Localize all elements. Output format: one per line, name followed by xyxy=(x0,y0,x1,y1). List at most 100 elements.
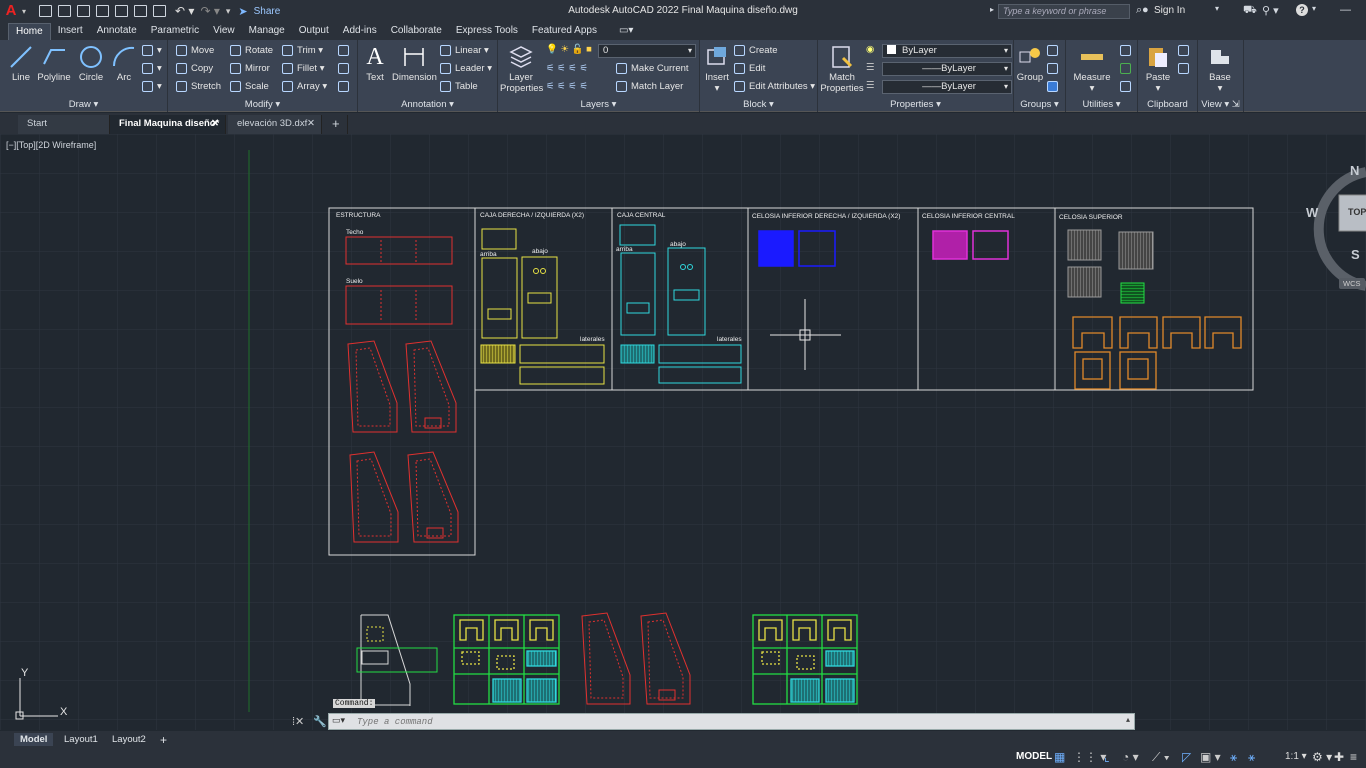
fillet-button[interactable]: Fillet ▾ xyxy=(282,63,324,74)
add-layout-icon[interactable]: + xyxy=(154,733,173,748)
isodraft-icon[interactable]: ⟋ ▾ xyxy=(1152,750,1170,765)
circle-button[interactable]: Circle xyxy=(75,44,107,83)
tab-manage[interactable]: Manage xyxy=(242,23,292,40)
sign-in-button[interactable]: Sign In xyxy=(1154,5,1185,16)
tab-collaborate[interactable]: Collaborate xyxy=(384,23,449,40)
ungroup-icon[interactable] xyxy=(1047,45,1062,56)
object-snap-icon[interactable]: ▣ ▾ xyxy=(1200,750,1221,764)
customize-qat-icon[interactable]: ▾ xyxy=(226,6,231,17)
polar-icon[interactable]: ◔ ▾ xyxy=(1122,750,1139,764)
layers-panel-title[interactable]: Layers ▾ xyxy=(498,99,699,110)
layer-properties-button[interactable]: Layer Properties xyxy=(500,44,543,94)
web-mobile-save-icon[interactable] xyxy=(134,5,148,17)
paste-button[interactable]: Paste ▾ xyxy=(1142,44,1174,94)
signin-chevron-icon[interactable]: ▾ xyxy=(1215,4,1219,13)
layout-tab-layout2[interactable]: Layout2 xyxy=(106,733,152,746)
properties-panel-title[interactable]: Properties ▾ xyxy=(818,99,1013,110)
edit-block-button[interactable]: Edit xyxy=(734,63,765,74)
plot-icon[interactable] xyxy=(153,5,167,17)
open-icon[interactable] xyxy=(58,5,72,17)
help-icon[interactable]: ? xyxy=(1296,4,1308,16)
trim-button[interactable]: Trim ▾ xyxy=(282,45,323,56)
id-point-icon[interactable] xyxy=(1120,81,1135,92)
text-button[interactable]: A Text xyxy=(362,44,388,83)
undo-icon[interactable]: ↶ ▾ xyxy=(175,4,194,18)
share-icon[interactable]: ➤ xyxy=(238,5,247,18)
lineweight-dropdown[interactable]: ——ByLayer xyxy=(882,80,1012,94)
match-layer-button[interactable]: Match Layer xyxy=(616,81,683,92)
layer-state-icons[interactable]: 💡 ☀ 🔓 ■ xyxy=(546,44,592,55)
layout-tab-model[interactable]: Model xyxy=(14,733,54,746)
annotation-scale[interactable]: 1:1 ▾ xyxy=(1285,751,1307,762)
ribbon-toggle-icon[interactable]: ▭▾ xyxy=(612,23,640,40)
layer-dropdown[interactable]: 0 xyxy=(598,44,696,58)
object-snap-tracking-icon[interactable]: ◸ xyxy=(1182,750,1191,764)
hatch-tool[interactable]: ▾ xyxy=(142,63,162,74)
search-expand-icon[interactable]: ▸ xyxy=(990,5,994,14)
make-current-button[interactable]: Make Current xyxy=(616,63,689,74)
viewcube-west[interactable]: W xyxy=(1306,205,1318,220)
model-space-button[interactable]: MODEL xyxy=(1016,751,1052,762)
web-mobile-open-icon[interactable] xyxy=(115,5,129,17)
edit-attributes-button[interactable]: Edit Attributes ▾ xyxy=(734,81,815,92)
base-button[interactable]: Base ▾ xyxy=(1204,44,1236,94)
dimension-button[interactable]: Dimension xyxy=(392,44,437,83)
mirror-button[interactable]: Mirror xyxy=(230,63,270,74)
linetype-dropdown[interactable]: ——ByLayer xyxy=(882,62,1012,76)
copy-clip-icon[interactable] xyxy=(1178,63,1193,74)
redo-icon[interactable]: ↷ ▾ xyxy=(200,4,219,18)
draw-panel-title[interactable]: Draw ▾ xyxy=(0,99,167,110)
tab-output[interactable]: Output xyxy=(292,23,336,40)
drawing-canvas[interactable]: ESTRUCTURA Techo Suelo CAJA DERECHA / IZ… xyxy=(0,134,1366,730)
linetype-icon[interactable]: ☰ xyxy=(866,62,875,73)
array-button[interactable]: Array ▾ xyxy=(282,81,327,92)
layout-tab-layout1[interactable]: Layout1 xyxy=(58,733,104,746)
offset-icon[interactable] xyxy=(338,81,353,92)
scale-button[interactable]: Scale xyxy=(230,81,269,92)
close-tab-icon[interactable]: ✕ xyxy=(307,115,315,133)
color-dropdown[interactable]: ByLayer xyxy=(882,44,1012,58)
share-button[interactable]: Share xyxy=(254,6,281,17)
erase-icon[interactable] xyxy=(338,45,353,56)
tab-annotate[interactable]: Annotate xyxy=(90,23,144,40)
tab-parametric[interactable]: Parametric xyxy=(144,23,206,40)
help-chevron-icon[interactable]: ▾ xyxy=(1312,4,1316,13)
viewcube-north[interactable]: N xyxy=(1350,163,1359,178)
group-selection-icon[interactable] xyxy=(1047,81,1062,92)
viewcube-south[interactable]: S xyxy=(1351,247,1360,262)
ortho-icon[interactable]: ⌞ xyxy=(1104,750,1110,764)
search-input[interactable]: Type a keyword or phrase xyxy=(998,4,1130,19)
explode-icon[interactable] xyxy=(338,63,353,74)
save-as-icon[interactable] xyxy=(96,5,110,17)
gradient-tool[interactable]: ▾ xyxy=(142,81,162,92)
line-button[interactable]: Line xyxy=(4,44,38,83)
copy-button[interactable]: Copy xyxy=(176,63,213,74)
quick-select-icon[interactable] xyxy=(1120,45,1135,56)
polyline-button[interactable]: Polyline xyxy=(36,44,72,83)
measure-button[interactable]: Measure ▾ xyxy=(1072,44,1112,94)
lineweight-icon[interactable]: ☰ xyxy=(866,80,875,91)
arc-button[interactable]: Arc xyxy=(109,44,139,83)
snap-icon[interactable]: ⋮⋮ ▾ xyxy=(1073,750,1106,764)
command-close-icon[interactable]: ⁞✕ xyxy=(292,715,304,728)
view-panel-title[interactable]: View ▾ ⇲ xyxy=(1198,99,1243,110)
new-icon[interactable] xyxy=(39,5,53,17)
tab-insert[interactable]: Insert xyxy=(51,23,90,40)
command-history-icon[interactable]: ▭▾ xyxy=(332,715,345,726)
app-menu-chevron-icon[interactable]: ▾ xyxy=(22,7,26,16)
move-button[interactable]: Move xyxy=(176,45,214,56)
viewcube-top-label[interactable]: TOP xyxy=(1348,207,1366,217)
viewport-controls[interactable]: [−][Top][2D Wireframe] xyxy=(6,140,96,150)
annotation-panel-title[interactable]: Annotation ▾ xyxy=(358,99,497,110)
color-wheel-icon[interactable]: ◉ xyxy=(866,44,874,55)
annotation-monitor-icon[interactable]: ✚ xyxy=(1334,750,1344,764)
file-tab-start[interactable]: Start xyxy=(18,115,110,134)
minimize-icon[interactable]: — xyxy=(1340,4,1351,16)
wcs-menu[interactable]: WCS xyxy=(1339,278,1365,289)
linear-button[interactable]: Linear ▾ xyxy=(440,45,489,56)
tab-featured-apps[interactable]: Featured Apps xyxy=(525,23,604,40)
layer-tools-row-1[interactable]: ⚟ ⚟ ⚟ ⚟ xyxy=(546,63,588,74)
modify-panel-title[interactable]: Modify ▾ xyxy=(168,99,357,110)
auto-scale-icon[interactable]: ⚹ xyxy=(1248,750,1255,765)
customization-menu-icon[interactable]: ≡ xyxy=(1350,750,1357,764)
